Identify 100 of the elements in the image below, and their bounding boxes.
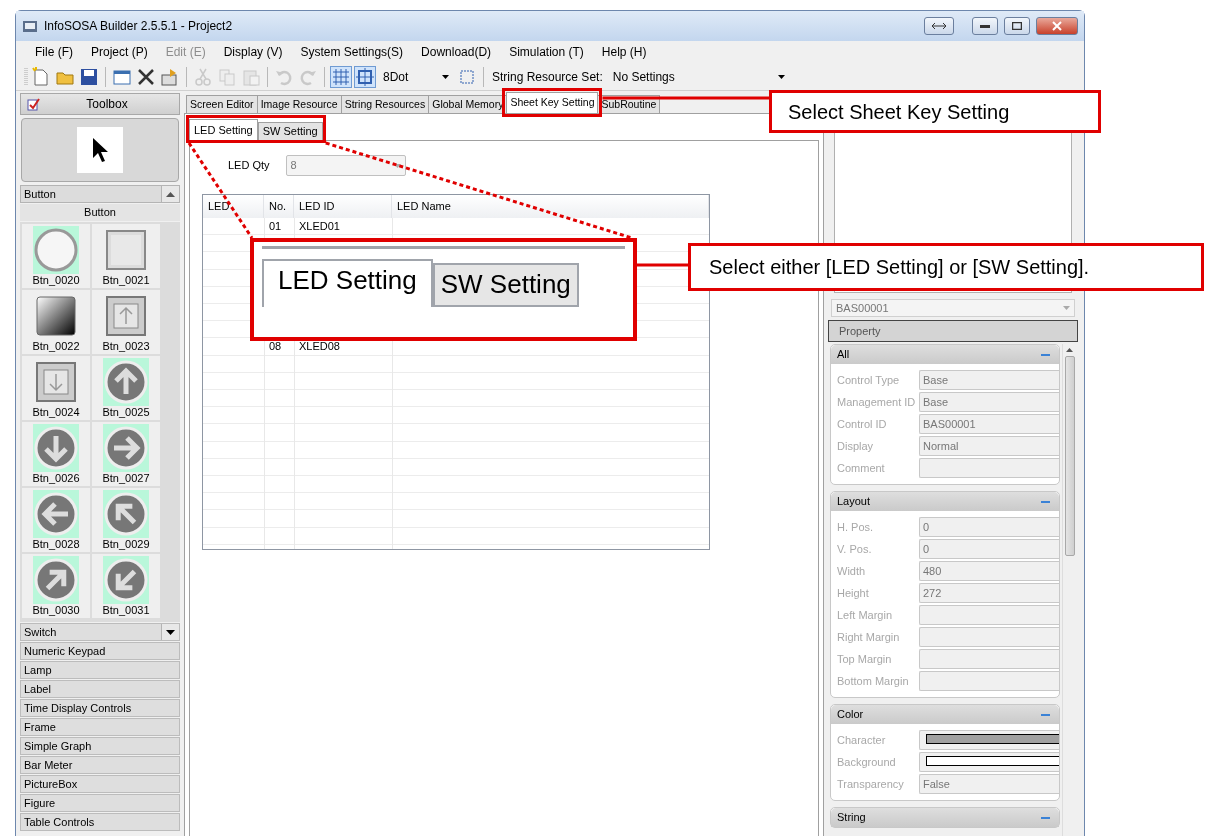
field-label: Width [837, 563, 867, 579]
dashed-square-icon [460, 69, 474, 84]
table-cell-text: 08 [268, 339, 283, 355]
tab[interactable]: Sheet Key Setting [506, 92, 599, 113]
tab[interactable]: String Resources [340, 95, 430, 113]
toolbox-item[interactable]: Btn_0029 [92, 488, 160, 552]
field-label: LED Qty [228, 158, 270, 174]
right-arrow-circle-icon [104, 426, 148, 470]
menu-item[interactable]: File (F) [26, 43, 82, 61]
field-label: Top Margin [837, 651, 893, 667]
cursor-arrow-icon [90, 137, 110, 163]
toolbox-title: Toolbox [85, 96, 129, 113]
value-field[interactable]: 480 [919, 561, 1059, 581]
column-header: No. [264, 195, 294, 218]
menu-item[interactable]: System Settings(S) [291, 43, 413, 61]
value-field[interactable]: False [919, 774, 1059, 794]
toolbox-item[interactable]: Btn_0025 [92, 356, 160, 420]
toolbox-item[interactable]: Btn_0026 [22, 422, 90, 486]
value-field[interactable]: 0 [919, 539, 1059, 559]
scroll-up-button[interactable] [161, 186, 179, 202]
toolbar-button[interactable] [354, 65, 376, 88]
gradient-square-icon [34, 294, 78, 338]
menu-item[interactable]: Display (V) [214, 43, 292, 61]
toolbox-item[interactable]: Btn_0021 [92, 224, 160, 288]
toolbox-item[interactable]: Btn_0031 [92, 554, 160, 618]
menu-item[interactable]: Project (P) [82, 43, 157, 61]
column-header: LED [203, 195, 264, 218]
dropdown-arrow-icon [1063, 306, 1070, 310]
value-field[interactable]: Base [919, 392, 1059, 412]
value-field[interactable]: BAS00001 [919, 414, 1059, 434]
field-label: Left Margin [837, 607, 894, 623]
category-item[interactable]: Frame [24, 718, 56, 736]
section-title: Color [837, 707, 864, 723]
double-arrow-icon [931, 22, 947, 30]
tab[interactable]: Screen Editor [186, 95, 258, 113]
value-field[interactable] [919, 627, 1059, 647]
value-field[interactable]: 272 [919, 583, 1059, 603]
maximize-button[interactable] [1004, 17, 1030, 35]
color-field[interactable] [919, 730, 1059, 750]
document-icon [31, 66, 51, 87]
category-item[interactable]: Lamp [24, 661, 52, 679]
field-label: Bottom Margin [837, 673, 910, 689]
scrollbar[interactable] [1062, 344, 1076, 836]
value-field[interactable] [919, 671, 1059, 691]
down-arrow-circle-icon [34, 426, 78, 470]
field-label: Right Margin [837, 629, 901, 645]
square-icon [104, 228, 148, 272]
table-cell-text: XLED08 [298, 339, 341, 355]
section-title: All [837, 347, 850, 363]
category-item[interactable]: Figure [24, 794, 56, 812]
field-label: Management ID [837, 394, 917, 410]
value-field[interactable]: 0 [919, 517, 1059, 537]
field-label: Control ID [837, 416, 888, 432]
table-cell-text: 01 [268, 219, 283, 234]
value-field[interactable] [919, 605, 1059, 625]
section-title: String [837, 810, 866, 826]
field-label: Background [837, 754, 897, 770]
menu-item[interactable]: Help (H) [592, 43, 656, 61]
left-arrow-circle-icon [34, 492, 78, 536]
string-resource-label: String Resource Set: [492, 68, 603, 86]
control-selector[interactable]: BAS00001 [831, 299, 1075, 317]
menu-item[interactable]: Download(D) [412, 43, 501, 61]
value-field[interactable]: Base [919, 370, 1059, 390]
resize-button[interactable] [924, 17, 954, 35]
snap-grid-icon [355, 66, 375, 87]
menu-item[interactable]: Simulation (T) [500, 43, 593, 61]
group-label: Button [24, 186, 56, 202]
up-arrow-square-icon [104, 294, 148, 338]
tab[interactable]: Image Resource [256, 95, 342, 113]
dropdown-arrow-icon [393, 163, 401, 168]
up-right-arrow-circle-icon [34, 558, 78, 602]
value-field[interactable] [919, 458, 1059, 478]
minimize-button[interactable] [972, 17, 998, 35]
toolbox-item[interactable]: Btn_0028 [22, 488, 90, 552]
properties-icon [160, 66, 180, 87]
field-label: Control Type [837, 372, 901, 388]
value-field[interactable] [919, 649, 1059, 669]
expand-button[interactable] [161, 624, 179, 640]
toolbox-item[interactable]: Btn_0024 [22, 356, 90, 420]
up-left-arrow-circle-icon [104, 492, 148, 536]
toolbox-item[interactable]: Btn_0030 [22, 554, 90, 618]
field-label: V. Pos. [837, 541, 873, 557]
subgroup-label: Button [20, 204, 180, 221]
toolbox-item[interactable]: Btn_0023 [92, 290, 160, 354]
property-header: Property [828, 320, 1078, 342]
color-field[interactable] [919, 752, 1059, 772]
value-field[interactable]: Normal [919, 436, 1059, 456]
tab[interactable]: SW Setting [257, 122, 323, 140]
tab[interactable]: LED Setting [189, 119, 258, 140]
close-button[interactable] [1036, 17, 1078, 35]
column-header: LED ID [294, 195, 392, 218]
app-icon [22, 18, 38, 34]
up-caret-icon [166, 191, 175, 197]
section-title: Layout [837, 494, 871, 510]
toolbox-item[interactable]: Btn_0022 [22, 290, 90, 354]
toolbox-item[interactable]: Btn_0020 [22, 224, 90, 288]
category-item[interactable]: Label [24, 680, 51, 698]
window-title: InfoSOSA Builder 2.5.5.1 - Project2 [44, 18, 233, 35]
tab[interactable]: Global Memory [428, 95, 508, 113]
toolbox-item[interactable]: Btn_0027 [92, 422, 160, 486]
